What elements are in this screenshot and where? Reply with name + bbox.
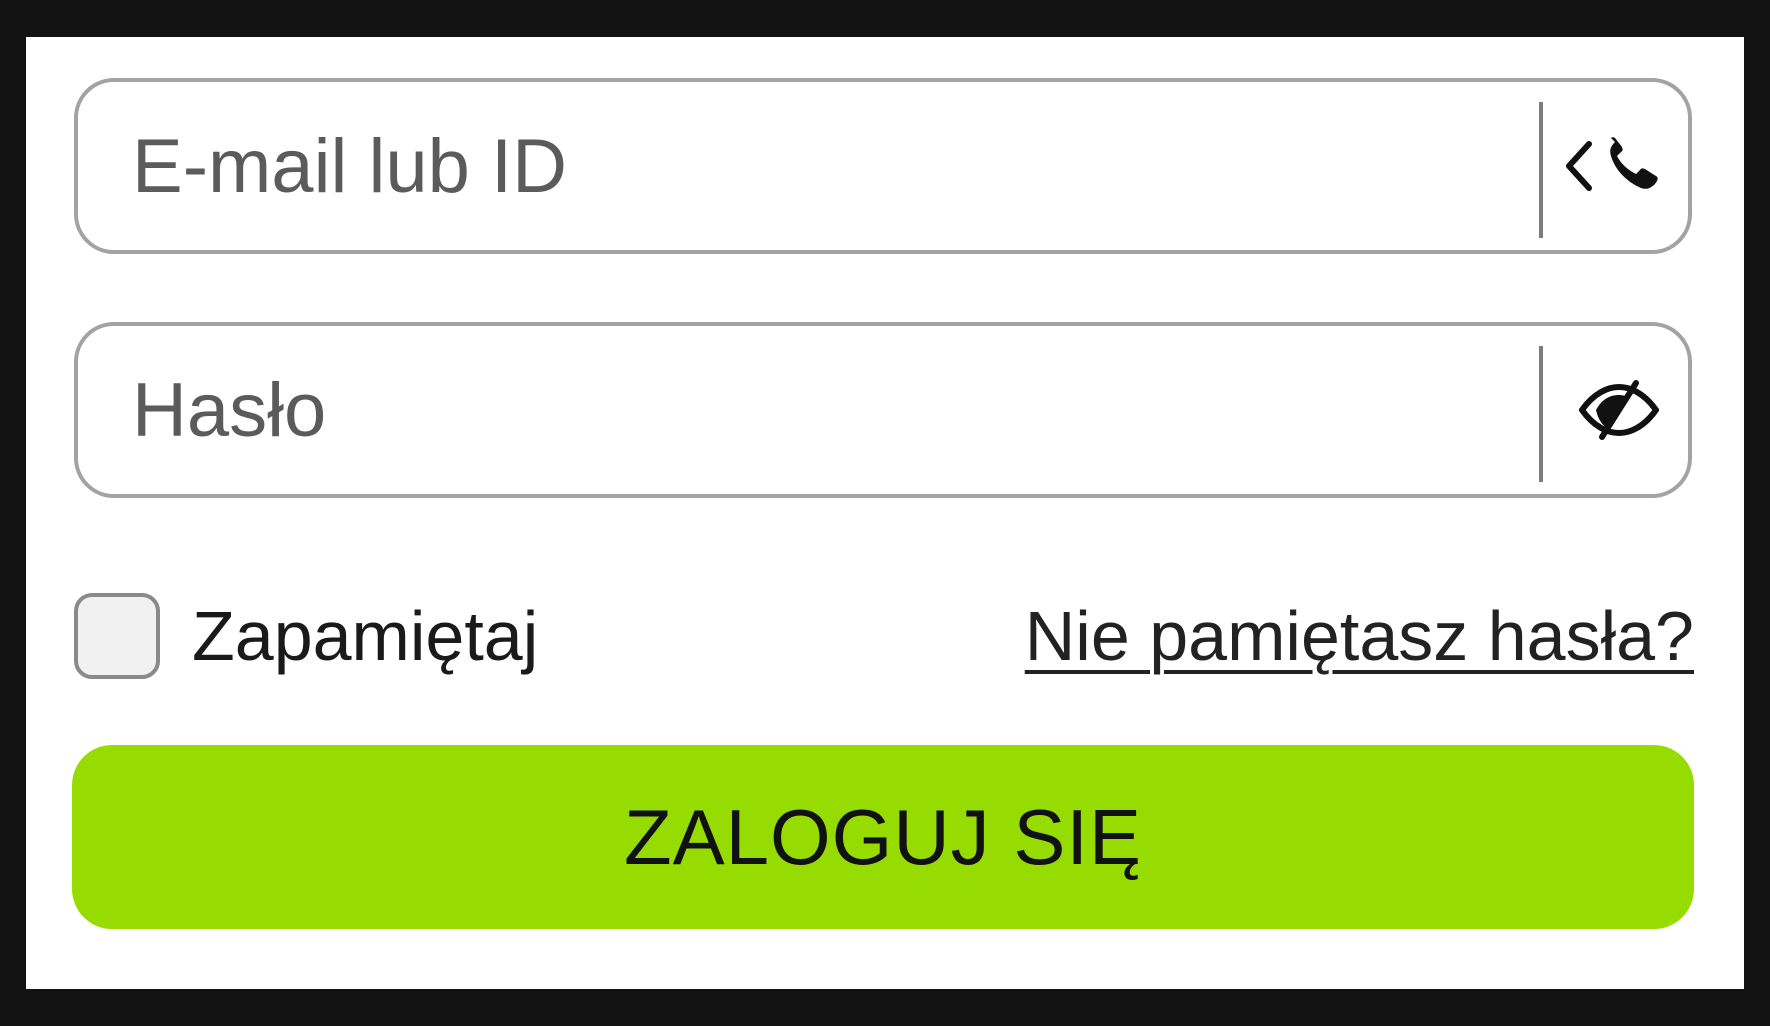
field-divider (1539, 346, 1543, 482)
forgot-password-link[interactable]: Nie pamiętasz hasła? (1025, 593, 1694, 679)
remember-label[interactable]: Zapamiętaj (192, 593, 538, 679)
eye-slash-icon (1579, 380, 1659, 440)
chevron-left-phone-icon (1566, 137, 1658, 191)
password-field[interactable] (74, 322, 1692, 498)
phone-login-toggle[interactable] (1546, 82, 1692, 250)
email-field[interactable] (74, 78, 1692, 254)
password-visibility-toggle[interactable] (1546, 326, 1692, 494)
remember-checkbox[interactable] (74, 593, 160, 679)
password-input[interactable] (132, 326, 1512, 494)
login-form: Zapamiętaj Nie pamiętasz hasła? ZALOGUJ … (26, 37, 1744, 989)
remember-me[interactable]: Zapamiętaj (74, 593, 538, 679)
field-divider (1539, 102, 1543, 238)
email-input[interactable] (132, 82, 1512, 250)
login-button[interactable]: ZALOGUJ SIĘ (72, 745, 1694, 929)
